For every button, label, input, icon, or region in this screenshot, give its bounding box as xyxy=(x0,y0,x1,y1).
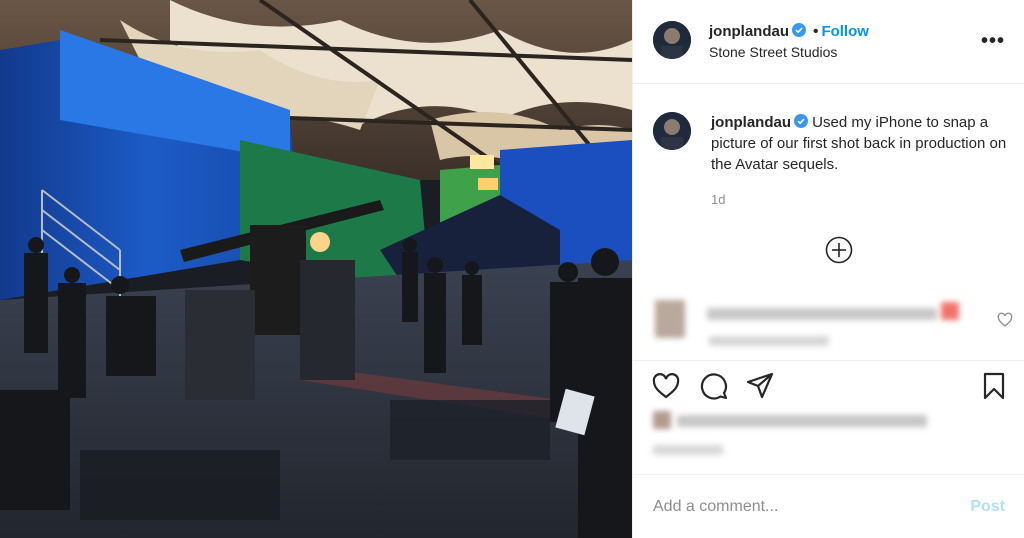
blurred-emoji xyxy=(941,302,959,320)
small-heart-icon[interactable] xyxy=(997,312,1013,328)
author-avatar[interactable] xyxy=(653,21,691,59)
plus-circle-icon[interactable] xyxy=(825,236,853,264)
action-bar xyxy=(633,360,1024,470)
bookmark-icon[interactable] xyxy=(979,371,1009,401)
author-username[interactable]: jonplandau xyxy=(709,23,789,40)
paper-plane-icon[interactable] xyxy=(745,371,775,401)
blurred-comment xyxy=(633,290,1024,360)
film-set-photo xyxy=(0,0,632,538)
header-line: jonplandau • Follow xyxy=(709,23,869,40)
post-photo[interactable] xyxy=(0,0,632,538)
blurred-meta xyxy=(709,336,829,346)
blurred-avatar xyxy=(655,300,685,338)
comment-input[interactable]: Add a comment... xyxy=(653,498,778,516)
verified-badge-icon xyxy=(794,114,808,128)
instagram-post: jonplandau • Follow Stone Street Studios … xyxy=(0,0,1024,538)
add-comment-bar: Add a comment... Post xyxy=(633,474,1024,538)
speech-bubble-icon[interactable] xyxy=(699,371,729,401)
caption-text: jonplandau Used my iPhone to snap a pict… xyxy=(711,112,1011,175)
caption-username[interactable]: jonplandau xyxy=(711,114,791,131)
blurred-date xyxy=(653,445,723,455)
post-header: jonplandau • Follow Stone Street Studios … xyxy=(633,0,1024,84)
more-options-button[interactable]: ••• xyxy=(981,30,1005,53)
follow-button[interactable]: Follow xyxy=(821,23,869,40)
post-timestamp[interactable]: 1d xyxy=(711,192,725,207)
location-link[interactable]: Stone Street Studios xyxy=(709,44,837,60)
blurred-text xyxy=(707,308,937,320)
verified-badge-icon xyxy=(792,23,806,37)
post-side-panel: jonplandau • Follow Stone Street Studios … xyxy=(632,0,1024,538)
caption-avatar[interactable] xyxy=(653,112,691,150)
blurred-like-avatar xyxy=(653,411,671,429)
blurred-likes-text xyxy=(677,415,927,427)
post-comment-button[interactable]: Post xyxy=(970,498,1005,516)
heart-icon[interactable] xyxy=(651,371,681,401)
separator-dot: • xyxy=(813,23,819,40)
